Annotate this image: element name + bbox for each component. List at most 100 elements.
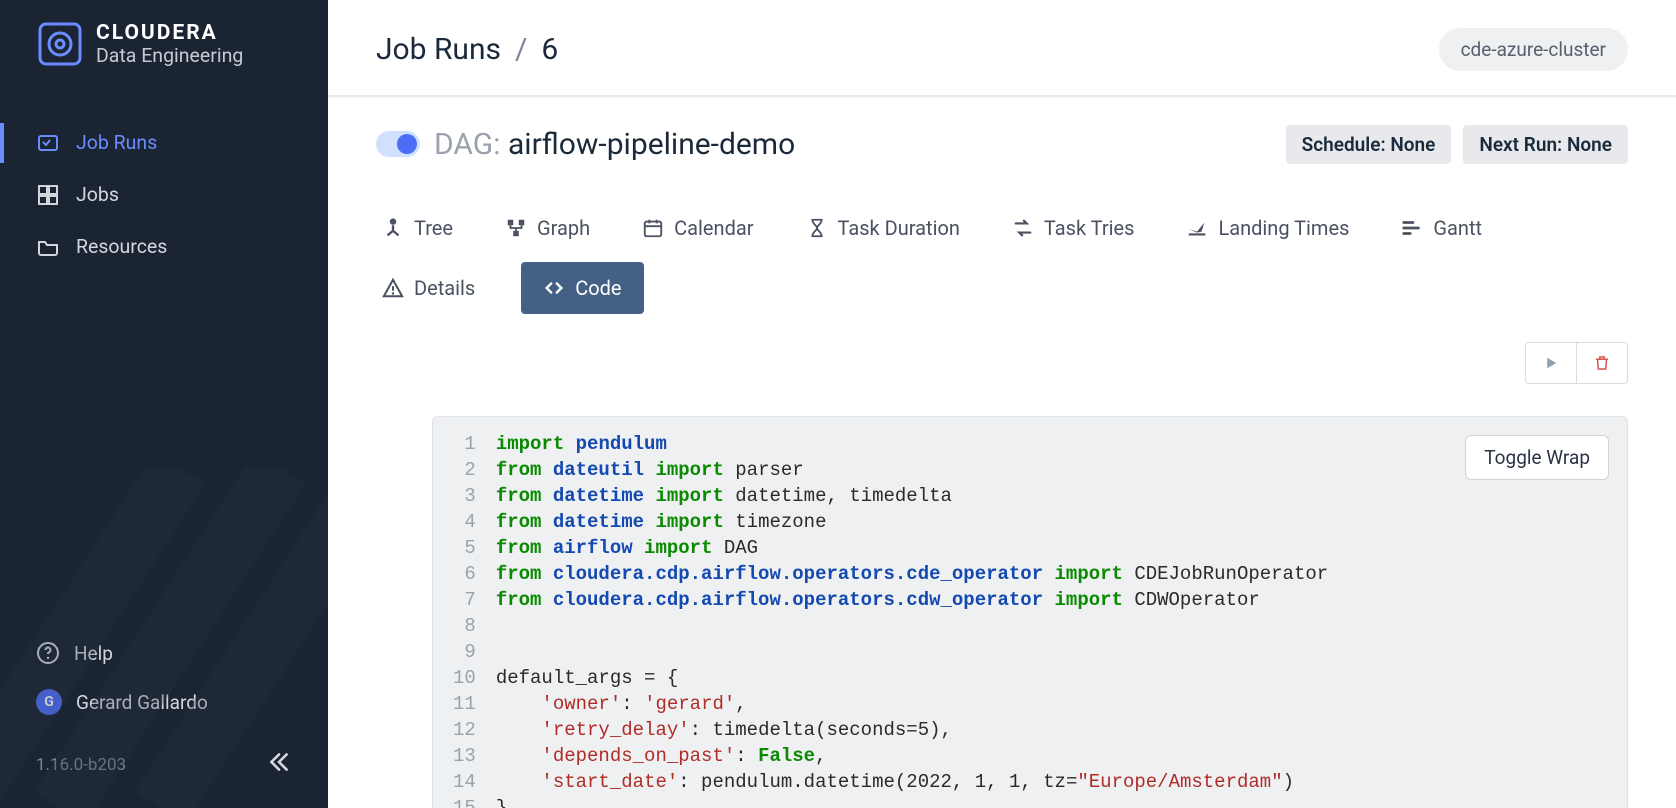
code-line: 10default_args = { (447, 665, 1330, 691)
delete-dag-button[interactable] (1577, 343, 1627, 383)
code-line: 13 'depends_on_past': False, (447, 743, 1330, 769)
main: Job Runs / 6 cde-azure-cluster DAG: airf… (328, 0, 1676, 808)
details-icon (382, 277, 404, 299)
line-number: 7 (447, 587, 494, 613)
code-line: 1import pendulum (447, 431, 1330, 457)
tab-task-duration[interactable]: Task Duration (800, 208, 966, 248)
code-line: 5from airflow import DAG (447, 535, 1330, 561)
jobs-icon (36, 183, 60, 207)
dag-header: DAG: airflow-pipeline-demo Schedule: Non… (376, 125, 1628, 164)
tab-label: Landing Times (1218, 216, 1349, 240)
code-content[interactable]: from datetime import timezone (494, 509, 1330, 535)
tab-label: Details (414, 276, 475, 300)
code-content[interactable]: from datetime import datetime, timedelta (494, 483, 1330, 509)
code-content[interactable]: } (494, 795, 1330, 808)
trash-icon (1593, 353, 1611, 373)
line-number: 10 (447, 665, 494, 691)
code-content[interactable] (494, 639, 1330, 665)
code-content[interactable]: 'retry_delay': timedelta(seconds=5), (494, 717, 1330, 743)
code-content[interactable]: 'owner': 'gerard', (494, 691, 1330, 717)
code-content[interactable]: default_args = { (494, 665, 1330, 691)
code-content[interactable]: from cloudera.cdp.airflow.operators.cde_… (494, 561, 1330, 587)
dag-enabled-toggle[interactable] (376, 131, 420, 157)
tab-label: Code (575, 276, 621, 300)
version-label: 1.16.0-b203 (36, 755, 126, 775)
schedule-badge: Schedule: None (1286, 125, 1452, 164)
line-number: 2 (447, 457, 494, 483)
tab-calendar[interactable]: Calendar (636, 208, 759, 248)
line-number: 8 (447, 613, 494, 639)
code-line: 15} (447, 795, 1330, 808)
code-table: 1import pendulum2from dateutil import pa… (447, 431, 1330, 808)
line-number: 5 (447, 535, 494, 561)
user-menu[interactable]: G Gerard Gallardo (0, 677, 328, 727)
next-run-badge: Next Run: None (1463, 125, 1628, 164)
dag-tabs: Tree Graph Calendar Task Duration Task T… (376, 208, 1628, 314)
code-line: 9 (447, 639, 1330, 665)
graph-icon (505, 217, 527, 239)
line-number: 11 (447, 691, 494, 717)
code-line: 11 'owner': 'gerard', (447, 691, 1330, 717)
sidebar-item-jobs[interactable]: Jobs (0, 169, 328, 221)
tab-gantt[interactable]: Gantt (1395, 208, 1488, 248)
code-line: 7from cloudera.cdp.airflow.operators.cdw… (447, 587, 1330, 613)
code-line: 8 (447, 613, 1330, 639)
tab-landing-times[interactable]: Landing Times (1180, 208, 1355, 248)
code-content[interactable]: from cloudera.cdp.airflow.operators.cdw_… (494, 587, 1330, 613)
code-content[interactable]: import pendulum (494, 431, 1330, 457)
code-line: 6from cloudera.cdp.airflow.operators.cde… (447, 561, 1330, 587)
sidebar-nav: Job Runs Jobs Resources (0, 117, 328, 273)
cluster-pill[interactable]: cde-azure-cluster (1439, 28, 1628, 71)
code-content[interactable]: from dateutil import parser (494, 457, 1330, 483)
calendar-icon (642, 217, 664, 239)
brand-logo-icon (38, 22, 82, 66)
code-line: 2from dateutil import parser (447, 457, 1330, 483)
code-line: 14 'start_date': pendulum.datetime(2022,… (447, 769, 1330, 795)
line-number: 15 (447, 795, 494, 808)
code-content[interactable]: 'start_date': pendulum.datetime(2022, 1,… (494, 769, 1330, 795)
tries-icon (1012, 217, 1034, 239)
code-content[interactable] (494, 613, 1330, 639)
tab-tree[interactable]: Tree (376, 208, 459, 248)
tab-task-tries[interactable]: Task Tries (1006, 208, 1141, 248)
tab-details[interactable]: Details (376, 268, 481, 308)
tab-label: Gantt (1433, 216, 1482, 240)
line-number: 4 (447, 509, 494, 535)
code-content[interactable]: 'depends_on_past': False, (494, 743, 1330, 769)
tab-code[interactable]: Code (521, 262, 643, 314)
brand: CLOUDERA Data Engineering (0, 0, 328, 81)
avatar: G (36, 689, 62, 715)
tab-graph[interactable]: Graph (499, 208, 596, 248)
breadcrumb-sep: / (515, 32, 527, 67)
sidebar-item-job-runs[interactable]: Job Runs (0, 117, 328, 169)
help-icon (36, 641, 60, 665)
toggle-wrap-button[interactable]: Toggle Wrap (1465, 435, 1609, 480)
tab-label: Tree (414, 216, 453, 240)
brand-subtitle: Data Engineering (96, 46, 243, 66)
hourglass-icon (806, 217, 828, 239)
trigger-dag-button[interactable] (1526, 343, 1576, 383)
breadcrumb-current: 6 (541, 32, 558, 67)
code-icon (543, 277, 565, 299)
line-number: 9 (447, 639, 494, 665)
resources-icon (36, 235, 60, 259)
dag-prefix: DAG: (434, 127, 501, 162)
help-link[interactable]: Help (0, 629, 328, 677)
chevron-double-left-icon (266, 749, 292, 775)
breadcrumb-root[interactable]: Job Runs (376, 32, 501, 67)
job-runs-icon (36, 131, 60, 155)
sidebar-item-label: Resources (76, 235, 167, 258)
code-line: 4from datetime import timezone (447, 509, 1330, 535)
code-content[interactable]: from airflow import DAG (494, 535, 1330, 561)
line-number: 12 (447, 717, 494, 743)
tab-label: Task Tries (1044, 216, 1135, 240)
tab-label: Calendar (674, 216, 753, 240)
help-label: Help (74, 642, 113, 665)
sidebar-item-resources[interactable]: Resources (0, 221, 328, 273)
tree-icon (382, 217, 404, 239)
line-number: 6 (447, 561, 494, 587)
user-name: Gerard Gallardo (76, 691, 208, 714)
collapse-sidebar-button[interactable] (266, 749, 292, 780)
code-line: 12 'retry_delay': timedelta(seconds=5), (447, 717, 1330, 743)
tab-label: Task Duration (838, 216, 960, 240)
